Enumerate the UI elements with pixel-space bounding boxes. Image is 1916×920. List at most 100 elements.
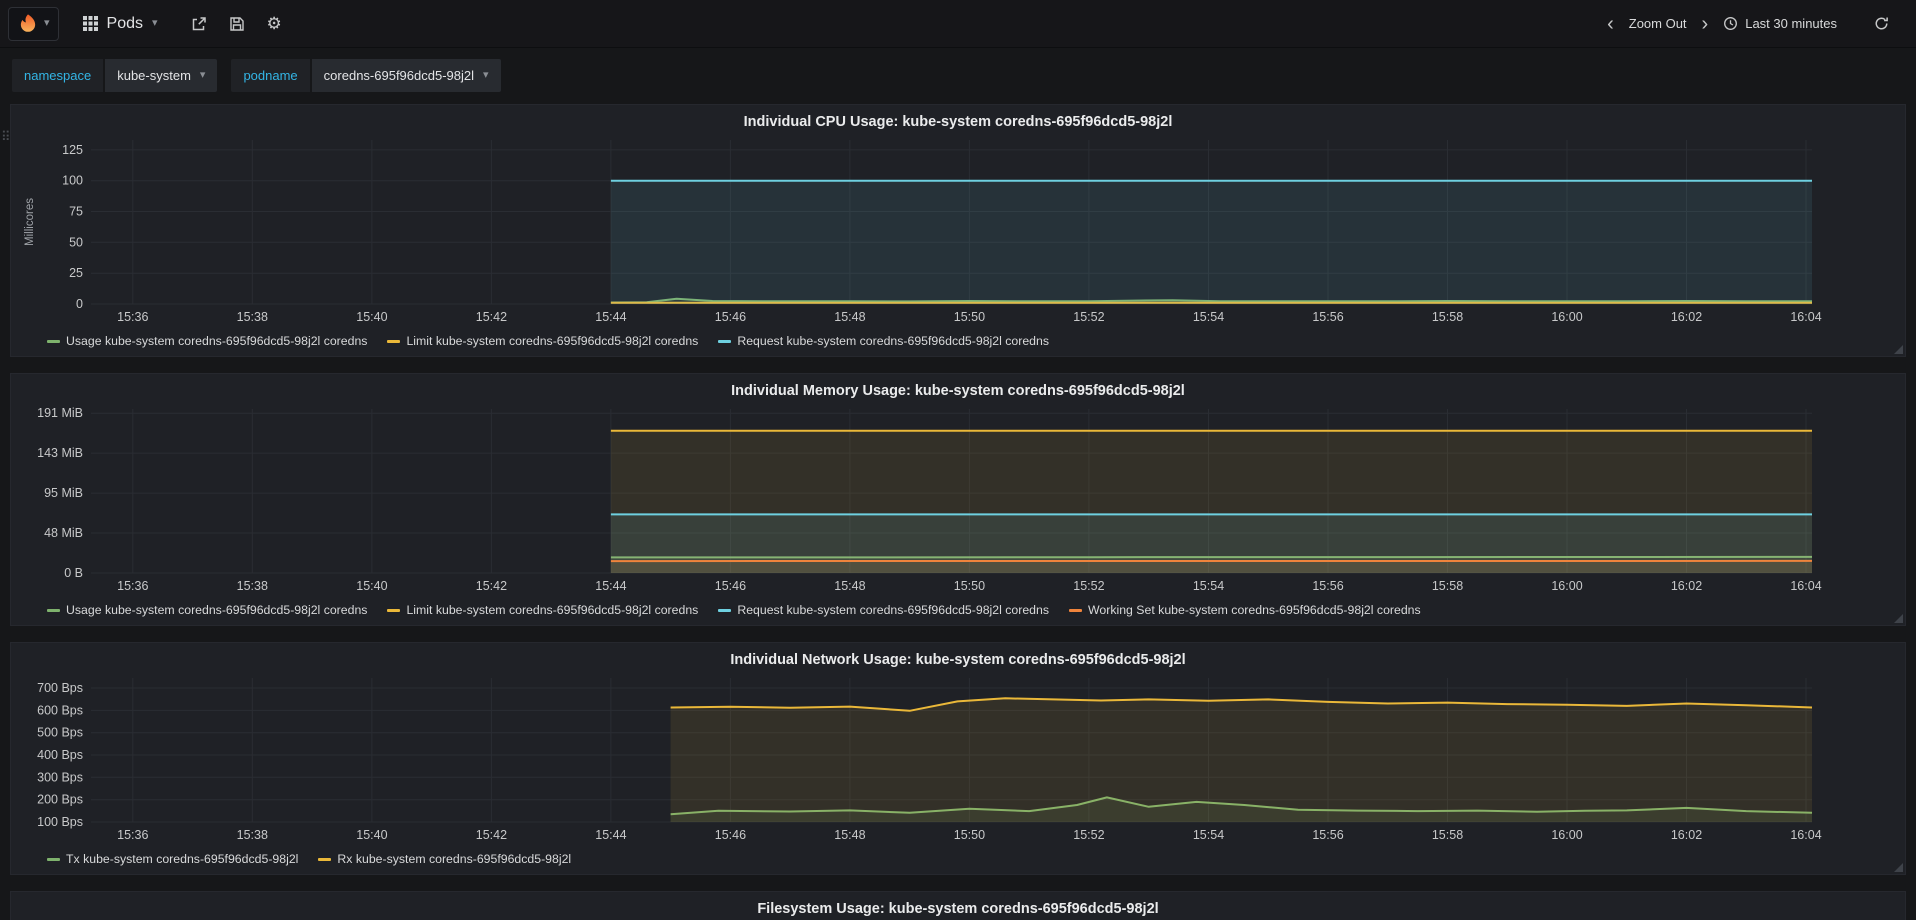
svg-text:15:42: 15:42 bbox=[476, 828, 507, 842]
grafana-logo-icon bbox=[20, 13, 36, 32]
share-dashboard-button[interactable] bbox=[180, 10, 218, 38]
caret-down-icon: ▾ bbox=[44, 17, 50, 29]
svg-text:15:50: 15:50 bbox=[954, 828, 985, 842]
svg-text:16:04: 16:04 bbox=[1790, 828, 1821, 842]
network-usage-chart[interactable]: 100 Bps 200 Bps 300 Bps 400 Bps 500 Bps 600 B… bbox=[19, 672, 1897, 848]
panel-network-usage: Individual Network Usage: kube-system co… bbox=[10, 642, 1906, 875]
svg-text:50: 50 bbox=[69, 235, 83, 249]
save-dashboard-button[interactable] bbox=[218, 10, 256, 38]
grafana-menu-button[interactable]: ▾ bbox=[8, 6, 59, 41]
cpu-usage-legend: Usage kube-system coredns-695f96dcd5-98j… bbox=[19, 330, 1897, 352]
svg-text:15:46: 15:46 bbox=[715, 579, 746, 593]
panel-cpu-usage: Individual CPU Usage: kube-system coredn… bbox=[10, 104, 1906, 357]
svg-text:125: 125 bbox=[62, 143, 83, 157]
dashboard-title-button[interactable]: Pods ▾ bbox=[73, 9, 168, 39]
panel-resize-handle[interactable] bbox=[1894, 614, 1903, 623]
svg-text:16:00: 16:00 bbox=[1551, 579, 1582, 593]
svg-text:0 B: 0 B bbox=[64, 566, 83, 580]
svg-text:Millicores: Millicores bbox=[24, 198, 36, 246]
svg-text:15:42: 15:42 bbox=[476, 310, 507, 324]
svg-text:15:50: 15:50 bbox=[954, 579, 985, 593]
zoom-out-label: Zoom Out bbox=[1628, 16, 1687, 31]
legend-series-color-icon bbox=[387, 608, 401, 612]
svg-text:15:46: 15:46 bbox=[715, 310, 746, 324]
legend-item[interactable]: Tx kube-system coredns-695f96dcd5-98j2l bbox=[47, 852, 298, 866]
svg-text:15:40: 15:40 bbox=[356, 579, 387, 593]
zoom-out-button[interactable]: Zoom Out bbox=[1621, 10, 1695, 37]
variable-podname: podname coredns-695f96dcd5-98j2l ▾ bbox=[231, 58, 501, 92]
panel-title-filesystem[interactable]: Filesystem Usage: kube-system coredns-69… bbox=[19, 897, 1897, 920]
navbar: ▾ Pods ▾ ⚙ ‹ Zoom Out › Last 30 minutes bbox=[0, 0, 1916, 48]
settings-button[interactable]: ⚙ bbox=[256, 9, 293, 38]
legend-series-label: Usage kube-system coredns-695f96dcd5-98j… bbox=[66, 603, 368, 617]
cpu-usage-chart[interactable]: 0 25 50 75 100 125 15:36 15:38 15:40 15:42 15:44 15… bbox=[19, 134, 1897, 330]
refresh-icon bbox=[1875, 17, 1888, 30]
svg-text:15:48: 15:48 bbox=[834, 579, 865, 593]
svg-text:16:02: 16:02 bbox=[1671, 310, 1702, 324]
panel-title-network[interactable]: Individual Network Usage: kube-system co… bbox=[19, 648, 1897, 672]
svg-text:15:54: 15:54 bbox=[1193, 828, 1224, 842]
svg-text:15:54: 15:54 bbox=[1193, 579, 1224, 593]
legend-series-color-icon bbox=[47, 608, 60, 612]
svg-text:191 MiB: 191 MiB bbox=[37, 406, 83, 420]
svg-text:200 Bps: 200 Bps bbox=[37, 793, 83, 807]
svg-text:15:44: 15:44 bbox=[595, 828, 626, 842]
svg-text:15:42: 15:42 bbox=[476, 579, 507, 593]
legend-series-label: Request kube-system coredns-695f96dcd5-9… bbox=[737, 334, 1050, 348]
legend-item[interactable]: Working Set kube-system coredns-695f96dc… bbox=[1069, 603, 1421, 617]
share-icon bbox=[192, 16, 206, 30]
svg-text:15:58: 15:58 bbox=[1432, 310, 1463, 324]
panel-resize-handle[interactable] bbox=[1894, 863, 1903, 872]
svg-text:15:52: 15:52 bbox=[1073, 828, 1104, 842]
time-range-picker-button[interactable]: Last 30 minutes bbox=[1715, 10, 1845, 37]
svg-text:16:00: 16:00 bbox=[1551, 828, 1582, 842]
svg-text:15:58: 15:58 bbox=[1432, 828, 1463, 842]
svg-text:15:56: 15:56 bbox=[1312, 579, 1343, 593]
legend-series-color-icon bbox=[387, 339, 401, 343]
svg-text:15:36: 15:36 bbox=[117, 310, 148, 324]
svg-text:300 Bps: 300 Bps bbox=[37, 770, 83, 784]
legend-series-color-icon bbox=[47, 339, 60, 343]
svg-text:100: 100 bbox=[62, 174, 83, 188]
panel-filesystem-usage: Filesystem Usage: kube-system coredns-69… bbox=[10, 891, 1906, 920]
svg-text:0: 0 bbox=[76, 297, 83, 311]
svg-text:15:54: 15:54 bbox=[1193, 310, 1224, 324]
legend-item[interactable]: Rx kube-system coredns-695f96dcd5-98j2l bbox=[318, 852, 571, 866]
legend-item[interactable]: Request kube-system coredns-695f96dcd5-9… bbox=[718, 603, 1049, 617]
panel-memory-usage: Individual Memory Usage: kube-system cor… bbox=[10, 373, 1906, 626]
legend-item[interactable]: Limit kube-system coredns-695f96dcd5-98j… bbox=[387, 603, 698, 617]
legend-series-label: Rx kube-system coredns-695f96dcd5-98j2l bbox=[337, 852, 572, 866]
dashboard-canvas: ⠿ Individual CPU Usage: kube-system core… bbox=[0, 102, 1916, 920]
legend-series-color-icon bbox=[1069, 608, 1083, 612]
svg-text:95 MiB: 95 MiB bbox=[44, 486, 83, 500]
svg-text:15:38: 15:38 bbox=[237, 828, 268, 842]
legend-series-color-icon bbox=[318, 857, 332, 861]
legend-item[interactable]: Usage kube-system coredns-695f96dcd5-98j… bbox=[47, 603, 367, 617]
variable-podname-select[interactable]: coredns-695f96dcd5-98j2l ▾ bbox=[311, 58, 501, 92]
svg-text:15:38: 15:38 bbox=[237, 579, 268, 593]
legend-item[interactable]: Usage kube-system coredns-695f96dcd5-98j… bbox=[47, 334, 367, 348]
time-shift-right-button[interactable]: › bbox=[1695, 14, 1716, 34]
panel-title-cpu[interactable]: Individual CPU Usage: kube-system coredn… bbox=[19, 110, 1897, 134]
variable-namespace-label: namespace bbox=[12, 58, 104, 92]
panel-resize-handle[interactable] bbox=[1894, 345, 1903, 354]
svg-text:15:56: 15:56 bbox=[1312, 310, 1343, 324]
memory-usage-chart[interactable]: 0 B 48 MiB 95 MiB 143 MiB 191 MiB 15:36 15:38 1… bbox=[19, 403, 1897, 599]
legend-series-label: Limit kube-system coredns-695f96dcd5-98j… bbox=[406, 334, 699, 348]
svg-text:15:36: 15:36 bbox=[117, 828, 148, 842]
variable-namespace-select[interactable]: kube-system ▾ bbox=[105, 58, 218, 92]
svg-text:16:04: 16:04 bbox=[1790, 579, 1821, 593]
refresh-button[interactable] bbox=[1863, 10, 1900, 37]
variable-namespace-value: kube-system bbox=[117, 67, 191, 83]
svg-text:15:36: 15:36 bbox=[117, 579, 148, 593]
variable-namespace: namespace kube-system ▾ bbox=[12, 58, 218, 92]
time-shift-left-button[interactable]: ‹ bbox=[1600, 14, 1621, 34]
legend-item[interactable]: Request kube-system coredns-695f96dcd5-9… bbox=[718, 334, 1049, 348]
legend-item[interactable]: Limit kube-system coredns-695f96dcd5-98j… bbox=[387, 334, 698, 348]
panel-title-memory[interactable]: Individual Memory Usage: kube-system cor… bbox=[19, 379, 1897, 403]
svg-text:16:04: 16:04 bbox=[1790, 310, 1821, 324]
variable-podname-label: podname bbox=[231, 58, 310, 92]
svg-text:75: 75 bbox=[69, 205, 83, 219]
gear-icon: ⚙ bbox=[266, 14, 282, 33]
save-icon bbox=[229, 16, 244, 31]
